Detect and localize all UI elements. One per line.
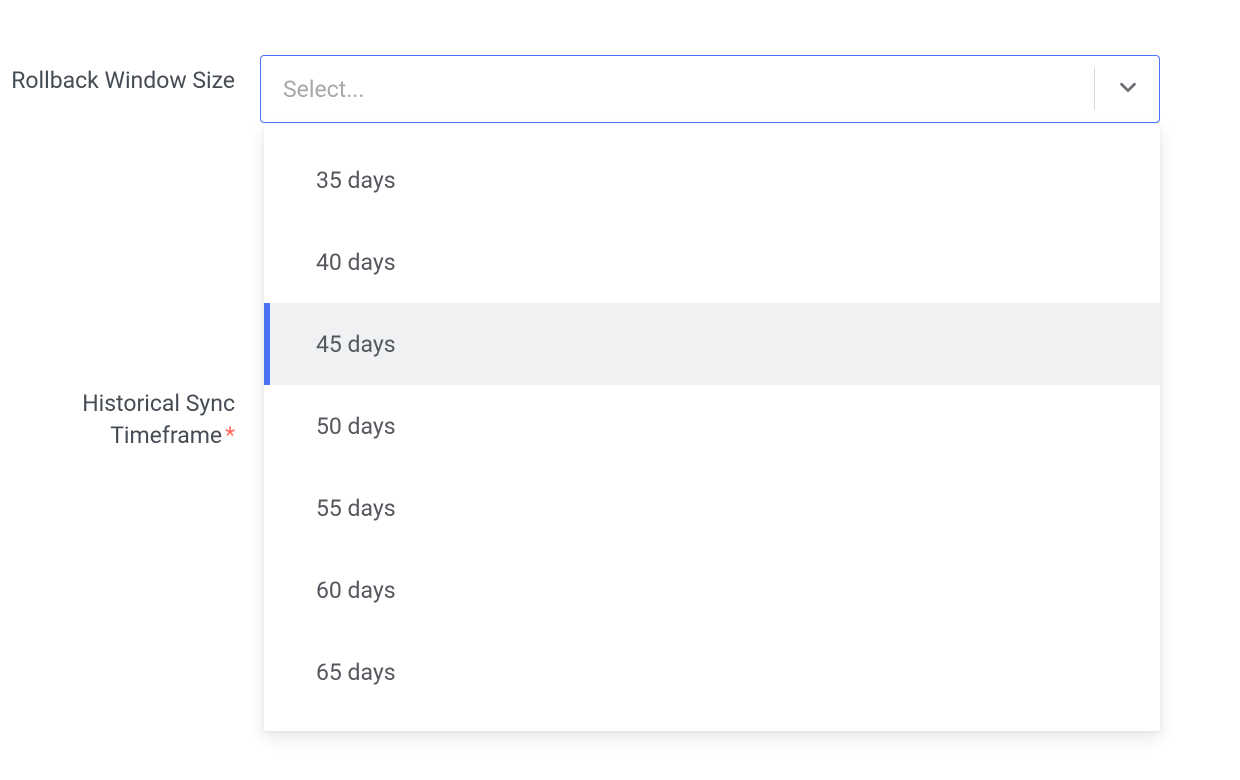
dropdown-option[interactable]: 40 days: [264, 221, 1160, 303]
dropdown-option-label: 60 days: [316, 577, 396, 604]
dropdown-option-label: 65 days: [316, 659, 396, 686]
dropdown-option[interactable]: 60 days: [264, 549, 1160, 631]
rollback-window-label-text: Rollback Window Size: [11, 67, 235, 94]
dropdown-option-label: 45 days: [316, 331, 396, 358]
dropdown-option[interactable]: 45 days: [264, 303, 1160, 385]
dropdown-option[interactable]: 50 days: [264, 385, 1160, 467]
rollback-window-select[interactable]: Select...: [260, 55, 1160, 123]
dropdown-option[interactable]: 55 days: [264, 467, 1160, 549]
rollback-window-control: Select... 35 days 40 days 45 days 50 day…: [260, 55, 1240, 123]
chevron-down-icon: [1117, 76, 1139, 102]
rollback-window-dropdown-indicator[interactable]: [1094, 68, 1139, 110]
rollback-window-label: Rollback Window Size: [0, 55, 260, 97]
dropdown-option-label: 55 days: [316, 495, 396, 522]
required-asterisk: *: [225, 422, 235, 449]
dropdown-option-label: 40 days: [316, 249, 396, 276]
dropdown-option[interactable]: 35 days: [264, 139, 1160, 221]
rollback-window-dropdown-menu: 35 days 40 days 45 days 50 days 55 days …: [264, 125, 1160, 731]
rollback-window-placeholder: Select...: [283, 76, 1094, 103]
dropdown-option[interactable]: 65 days: [264, 631, 1160, 713]
dropdown-option-label: 50 days: [316, 413, 396, 440]
dropdown-option-label: 35 days: [316, 167, 396, 194]
historical-sync-label-text: Historical Sync Timeframe: [82, 390, 235, 449]
rollback-window-row: Rollback Window Size Select... 35 days 4…: [0, 55, 1240, 123]
historical-sync-label: Historical Sync Timeframe*: [0, 378, 260, 452]
